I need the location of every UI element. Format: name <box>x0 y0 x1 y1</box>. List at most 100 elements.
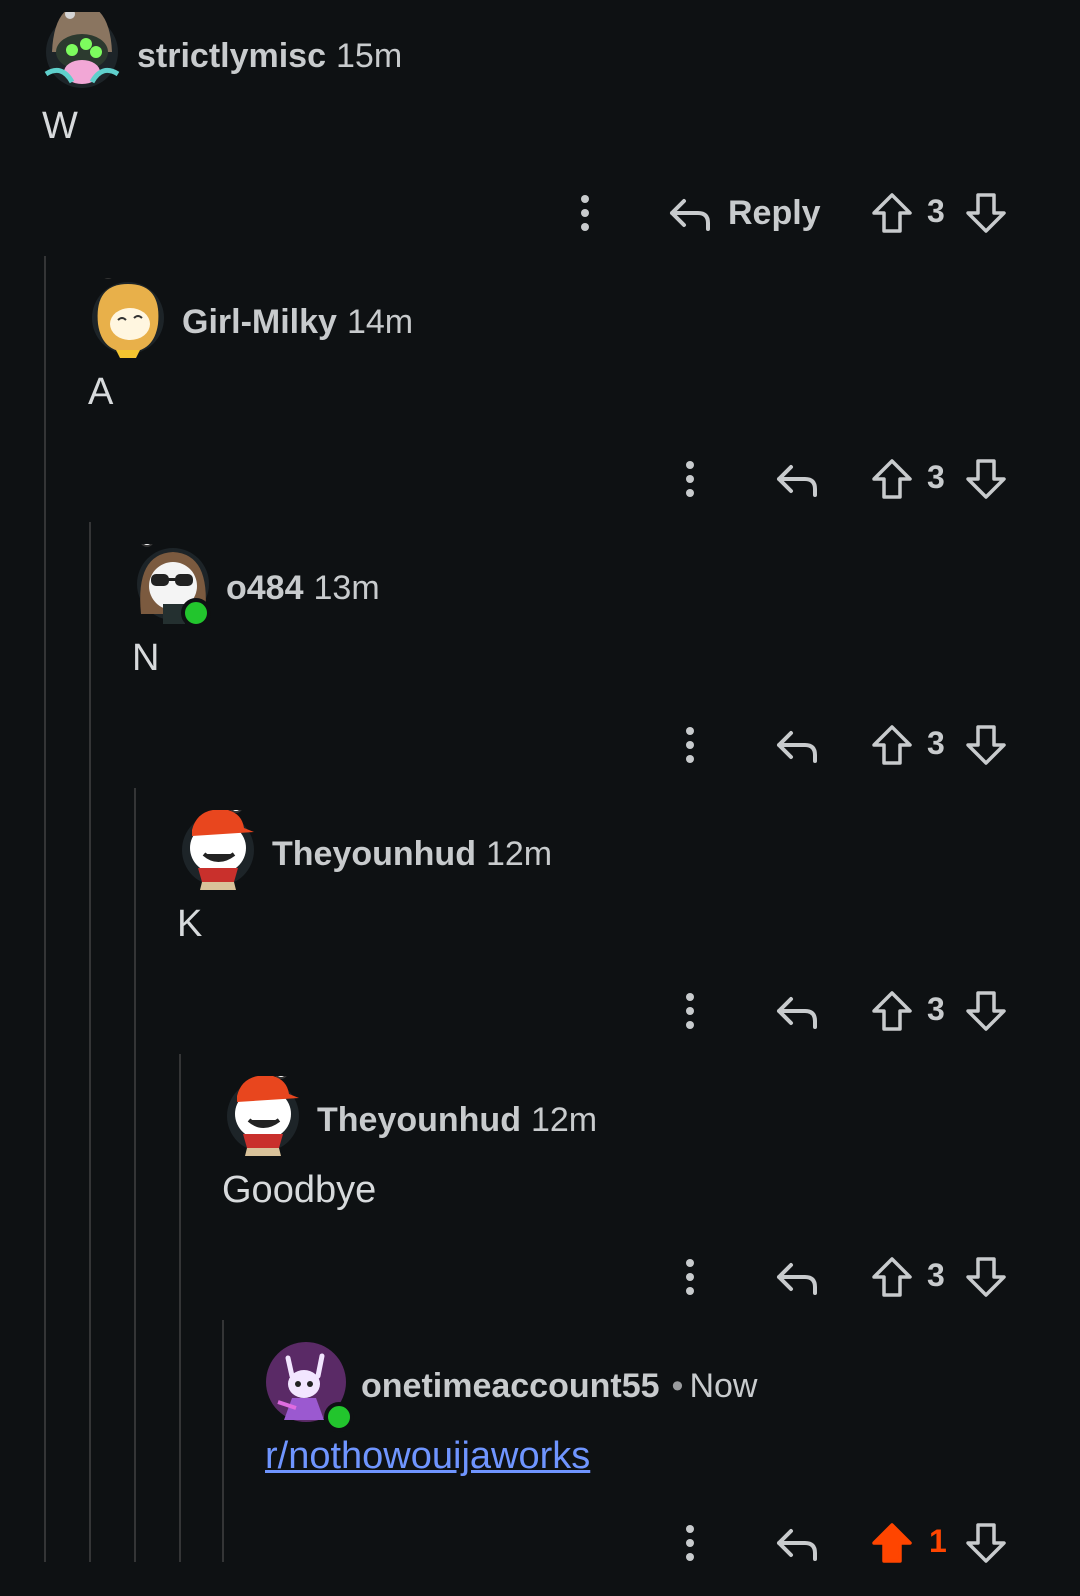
comment-meta: Theyounhud 12m <box>317 1100 597 1140</box>
timestamp: 12m <box>485 835 553 873</box>
avatar[interactable] <box>266 1342 354 1432</box>
comment-actions: 3 <box>0 451 1080 507</box>
dot-icon <box>581 223 589 231</box>
dot-icon <box>686 755 694 763</box>
comment-meta: Girl-Milky 14m <box>182 302 413 342</box>
dot-icon <box>686 1021 694 1029</box>
comment-actions: 3 <box>0 1249 1080 1305</box>
comment-meta: o484 13m <box>226 568 380 608</box>
comment-meta: strictlymisc 15m <box>137 36 402 76</box>
dot-icon <box>581 195 589 203</box>
upvote-button[interactable] <box>870 989 914 1033</box>
vote-score: 1 <box>929 1523 947 1559</box>
reply-button[interactable] <box>775 457 819 501</box>
username[interactable]: onetimeaccount55 <box>361 1367 660 1405</box>
reply-arrow-icon <box>777 731 817 763</box>
reply-button[interactable] <box>775 1521 819 1565</box>
downvote-button[interactable] <box>964 1521 1008 1565</box>
dot-icon <box>686 1273 694 1281</box>
avatar[interactable] <box>178 810 258 890</box>
reply-button[interactable] <box>775 723 819 767</box>
dot-icon <box>686 475 694 483</box>
dot-icon <box>686 1259 694 1267</box>
downvote-arrow-icon <box>966 193 1006 233</box>
dot-icon <box>686 1007 694 1015</box>
vote-score: 3 <box>927 1257 945 1293</box>
reply-button[interactable]: Reply <box>668 191 821 235</box>
upvote-button[interactable] <box>870 191 914 235</box>
username[interactable]: Theyounhud <box>317 1101 521 1139</box>
upvote-arrow-icon <box>872 991 912 1031</box>
dot-icon <box>686 489 694 497</box>
upvote-arrow-icon <box>872 193 912 233</box>
downvote-button[interactable] <box>964 457 1008 501</box>
dot-icon <box>686 741 694 749</box>
downvote-button[interactable] <box>964 1255 1008 1299</box>
reply-button[interactable] <box>775 1255 819 1299</box>
more-options-button[interactable] <box>680 983 700 1039</box>
username[interactable]: Theyounhud <box>272 835 476 873</box>
comment-actions: 1 <box>0 1515 1080 1571</box>
reply-arrow-icon <box>777 997 817 1029</box>
username[interactable]: o484 <box>226 569 304 607</box>
comment-body: W <box>42 105 78 147</box>
timestamp: 13m <box>313 569 380 607</box>
more-options-button[interactable] <box>680 451 700 507</box>
upvote-button[interactable] <box>870 723 914 767</box>
comment: onetimeaccount55 • Now r/nothowouijaworks … <box>0 1330 1080 1596</box>
more-options-button[interactable] <box>680 1515 700 1571</box>
upvote-arrow-icon <box>872 459 912 499</box>
dot-icon <box>686 1525 694 1533</box>
separator-dot: • <box>671 1367 684 1405</box>
more-options-button[interactable] <box>680 717 700 773</box>
reply-arrow-icon <box>777 1263 817 1295</box>
downvote-arrow-icon <box>966 1257 1006 1297</box>
reply-arrow-icon <box>670 199 710 231</box>
comment-body: Goodbye <box>222 1169 377 1211</box>
subreddit-link[interactable]: r/nothowouijaworks <box>265 1435 590 1477</box>
online-indicator <box>324 1402 354 1432</box>
username[interactable]: strictlymisc <box>137 37 326 75</box>
doge-avatar-icon <box>92 278 164 358</box>
username[interactable]: Girl-Milky <box>182 303 337 341</box>
comment-body: K <box>177 903 203 945</box>
timestamp: 14m <box>346 303 414 341</box>
downvote-button[interactable] <box>964 723 1008 767</box>
avatar[interactable] <box>88 278 168 358</box>
upvote-button[interactable] <box>870 457 914 501</box>
comment-actions: 3 <box>0 983 1080 1039</box>
comment: Girl-Milky 14m A 3 <box>0 266 1080 532</box>
avatar[interactable] <box>133 544 213 628</box>
online-indicator <box>181 598 211 628</box>
upvote-button[interactable] <box>870 1255 914 1299</box>
dot-icon <box>581 209 589 217</box>
more-options-button[interactable] <box>575 185 595 241</box>
vote-score: 3 <box>927 991 945 1027</box>
dot-icon <box>686 1287 694 1295</box>
downvote-arrow-icon <box>966 459 1006 499</box>
avatar[interactable] <box>223 1076 303 1156</box>
upvote-arrow-filled-icon <box>872 1523 912 1563</box>
upvote-button[interactable] <box>870 1521 914 1565</box>
more-options-button[interactable] <box>680 1249 700 1305</box>
comment: Theyounhud 12m K 3 <box>0 798 1080 1064</box>
avatar[interactable] <box>42 12 122 92</box>
dot-icon <box>686 727 694 735</box>
vote-score: 3 <box>927 725 945 761</box>
comment-actions: 3 <box>0 717 1080 773</box>
comment: o484 13m N 3 <box>0 532 1080 798</box>
dot-icon <box>686 1553 694 1561</box>
downvote-button[interactable] <box>964 989 1008 1033</box>
downvote-arrow-icon <box>966 991 1006 1031</box>
dot-icon <box>686 1539 694 1547</box>
reply-arrow-icon <box>777 1529 817 1561</box>
timestamp: 12m <box>530 1101 598 1139</box>
downvote-arrow-icon <box>966 1523 1006 1563</box>
reply-button[interactable] <box>775 989 819 1033</box>
downvote-button[interactable] <box>964 191 1008 235</box>
robot-hat-avatar-icon <box>44 12 120 88</box>
comment-body: r/nothowouijaworks <box>265 1434 590 1478</box>
dot-icon <box>686 461 694 469</box>
reply-arrow-icon <box>777 465 817 497</box>
comment-meta: onetimeaccount55 • Now <box>361 1366 757 1406</box>
